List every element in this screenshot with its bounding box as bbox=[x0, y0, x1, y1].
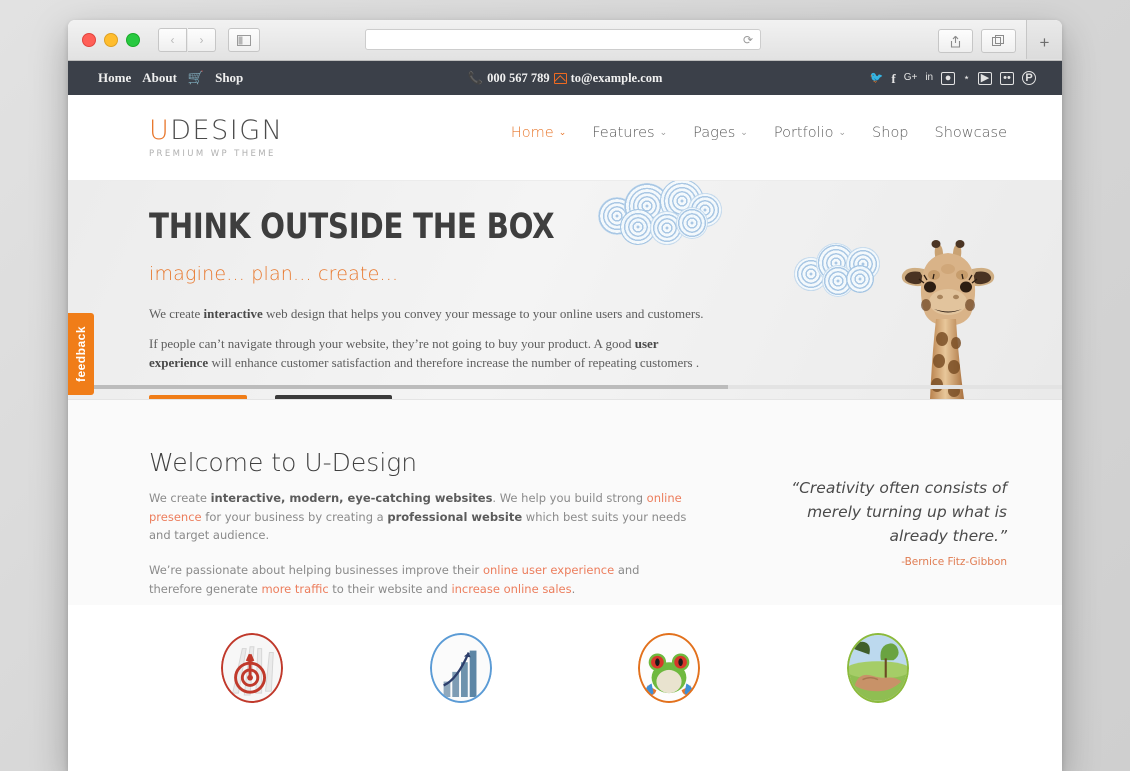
new-tab-button[interactable]: + bbox=[1026, 20, 1062, 59]
nav-label-pages: Pages bbox=[693, 125, 736, 141]
slider-progress-fill bbox=[80, 385, 729, 389]
nav-item-shop[interactable]: Shop bbox=[872, 125, 908, 141]
maximize-window-button[interactable] bbox=[126, 33, 140, 47]
services-icon-row bbox=[68, 633, 1062, 703]
url-input[interactable] bbox=[373, 32, 743, 47]
hero-slider: THINK OUTSIDE THE BOX imagine... plan...… bbox=[68, 181, 1062, 399]
ring-red bbox=[221, 633, 284, 703]
service-icon-tree-frog[interactable] bbox=[638, 633, 701, 703]
flickr-icon[interactable]: •• bbox=[1000, 71, 1014, 85]
nav-item-pages[interactable]: Pages ⌄ bbox=[693, 125, 748, 141]
facebook-icon[interactable]: f bbox=[891, 72, 895, 85]
nav-label-showcase: Showcase bbox=[934, 125, 1007, 141]
cart-icon[interactable]: 🛒 bbox=[188, 70, 204, 86]
twitter-icon[interactable]: 🐦 bbox=[870, 72, 884, 84]
welcome-paragraph-2: We’re passionate about helping businesse… bbox=[149, 562, 640, 596]
link-online-user-experience[interactable]: online user experience bbox=[483, 563, 614, 577]
linkedin-icon[interactable]: in bbox=[925, 73, 933, 83]
email-icon bbox=[553, 72, 567, 84]
navigation-buttons: ‹ › bbox=[158, 28, 216, 52]
link-more-traffic[interactable]: more traffic bbox=[261, 582, 328, 596]
welcome-copy: We create interactive, modern, eye-catch… bbox=[149, 489, 689, 614]
email-address[interactable]: to@example.com bbox=[571, 71, 663, 86]
topbar-link-about[interactable]: About bbox=[142, 70, 177, 86]
reload-icon[interactable]: ⟳ bbox=[743, 34, 753, 46]
browser-window: ‹ › ⟳ + Home About 🛒 Shop 📞 000 567 789 … bbox=[68, 20, 1062, 771]
pinterest-icon[interactable]: P bbox=[1022, 71, 1036, 85]
back-icon[interactable]: ‹ bbox=[158, 28, 187, 52]
nav-item-features[interactable]: Features ⌄ bbox=[592, 125, 667, 141]
feedback-tab[interactable]: feedback bbox=[68, 313, 94, 395]
desktop-background: ‹ › ⟳ + Home About 🛒 Shop 📞 000 567 789 … bbox=[0, 0, 1130, 771]
slider-progress-bar[interactable] bbox=[80, 385, 1062, 389]
chevron-down-icon: ⌄ bbox=[659, 128, 668, 138]
nav-label-portfolio: Portfolio bbox=[773, 125, 834, 141]
nav-item-portfolio[interactable]: Portfolio ⌄ bbox=[774, 125, 846, 141]
phone-icon: 📞 bbox=[467, 70, 484, 85]
logo-tagline: PREMIUM WP THEME bbox=[149, 149, 276, 159]
window-controls bbox=[82, 33, 140, 47]
hero-paragraph-2: If people can’t navigate through your we… bbox=[149, 335, 700, 370]
hero-subtitle: imagine... plan... create... bbox=[149, 263, 399, 285]
site-logo[interactable]: UDESIGN PREMIUM WP THEME bbox=[149, 117, 283, 159]
ring-orange bbox=[638, 633, 701, 703]
ring-green bbox=[846, 633, 909, 703]
welcome-heading: Welcome to U-Design bbox=[149, 448, 418, 477]
cloud-decoration-right bbox=[794, 241, 886, 297]
site-topbar: Home About 🛒 Shop 📞 000 567 789 to@examp… bbox=[68, 61, 1062, 95]
logo-word-design: DESIGN bbox=[170, 115, 284, 146]
chevron-down-icon: ⌄ bbox=[838, 128, 847, 138]
quote-author: -Bernice Fitz-Gibbon bbox=[901, 556, 1007, 569]
ring-blue bbox=[429, 633, 492, 703]
nav-item-showcase[interactable]: Showcase bbox=[935, 125, 1007, 141]
minimize-window-button[interactable] bbox=[104, 33, 118, 47]
hero-title: THINK OUTSIDE THE BOX bbox=[149, 207, 555, 247]
logo-letter-u: U bbox=[149, 115, 171, 146]
hero-content: THINK OUTSIDE THE BOX imagine... plan...… bbox=[149, 207, 709, 399]
sidebar-toggle-icon[interactable] bbox=[228, 28, 260, 52]
youtube-icon[interactable]: ▶ bbox=[978, 71, 992, 85]
close-window-button[interactable] bbox=[82, 33, 96, 47]
browser-toolbar: ‹ › ⟳ + bbox=[68, 20, 1062, 61]
welcome-paragraph-1: We create interactive, modern, eye-catch… bbox=[149, 491, 687, 543]
show-tabs-icon[interactable] bbox=[981, 29, 1016, 53]
site-header: UDESIGN PREMIUM WP THEME Home ⌄ Features… bbox=[68, 95, 1062, 181]
hero-buttons: Try now Learn more bbox=[149, 394, 709, 399]
nav-label-features: Features bbox=[592, 125, 655, 141]
logo-text: UDESIGN bbox=[149, 117, 283, 144]
share-icon[interactable] bbox=[938, 29, 973, 53]
try-now-button[interactable]: Try now bbox=[149, 394, 247, 399]
feedback-label: feedback bbox=[74, 325, 88, 383]
topbar-nav: Home About 🛒 Shop bbox=[98, 70, 243, 86]
nav-label-shop: Shop bbox=[872, 125, 909, 141]
learn-more-button[interactable]: Learn more bbox=[275, 394, 392, 399]
google-plus-icon[interactable]: G+ bbox=[904, 73, 918, 83]
social-links: 🐦 f G+ in ● ⋆ ▶ •• P bbox=[870, 71, 1036, 85]
giraffe-image bbox=[890, 239, 1010, 399]
yelp-icon[interactable]: ⋆ bbox=[963, 72, 970, 84]
nav-item-home[interactable]: Home ⌄ bbox=[511, 125, 566, 141]
welcome-section: Welcome to U-Design We create interactiv… bbox=[68, 399, 1062, 605]
topbar-link-home[interactable]: Home bbox=[98, 70, 131, 86]
quote-text: “Creativity often consists of merely tur… bbox=[791, 479, 1007, 546]
forward-icon[interactable]: › bbox=[188, 28, 216, 52]
toolbar-right-buttons bbox=[938, 29, 1016, 53]
topbar-link-shop[interactable]: Shop bbox=[215, 70, 243, 86]
services-section bbox=[68, 605, 1062, 703]
testimonial-quote: “Creativity often consists of merely tur… bbox=[757, 476, 1007, 568]
service-icon-target-arrows[interactable] bbox=[221, 633, 284, 703]
webpage: Home About 🛒 Shop 📞 000 567 789 to@examp… bbox=[68, 61, 1062, 771]
instagram-icon[interactable]: ● bbox=[941, 71, 956, 85]
topbar-contact: 📞 000 567 789 to@example.com bbox=[400, 71, 730, 86]
service-icon-bar-chart[interactable] bbox=[429, 633, 492, 703]
chevron-down-icon: ⌄ bbox=[740, 128, 748, 138]
address-bar[interactable]: ⟳ bbox=[365, 29, 761, 50]
service-icon-hand-plant[interactable] bbox=[846, 633, 909, 703]
link-increase-online-sales[interactable]: increase online sales bbox=[451, 582, 571, 596]
nav-label-home: Home bbox=[510, 125, 554, 141]
phone-number[interactable]: 000 567 789 bbox=[487, 71, 550, 86]
chevron-down-icon: ⌄ bbox=[558, 128, 567, 138]
main-navigation: Home ⌄ Features ⌄ Pages ⌄ Portfolio ⌄ Sh… bbox=[511, 125, 1007, 141]
hero-paragraph-1: We create interactive web design that he… bbox=[149, 306, 704, 321]
